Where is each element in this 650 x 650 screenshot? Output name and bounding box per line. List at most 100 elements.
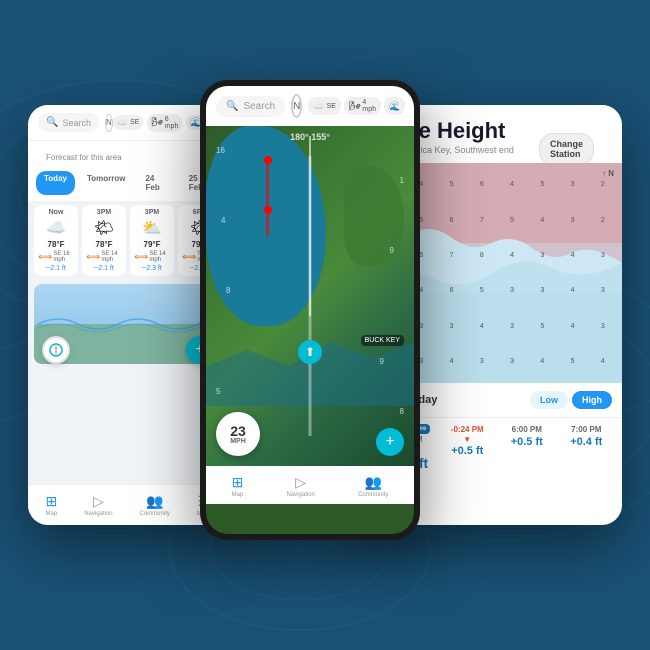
tide-n22: 3 <box>527 238 557 273</box>
tide-n21: 4 <box>497 238 527 273</box>
screens-container: 🔍 Search N ☁️ SE 🌬 6 mph 🌊 Tides <box>0 0 650 650</box>
nav-map-label: Map <box>46 511 58 517</box>
tide-time-2: -0:24 PM <box>451 425 484 434</box>
tide-n15: 3 <box>558 203 588 238</box>
compass-map[interactable]: N <box>291 94 302 118</box>
tide-n11: 6 <box>437 203 467 238</box>
community-label-mid: Community <box>358 492 388 498</box>
wave-now: ~2.1 ft <box>46 265 66 272</box>
map-wind-icon: 🌬 <box>349 101 360 112</box>
temp-now: 78°F <box>48 240 65 249</box>
low-button[interactable]: Low <box>530 391 568 409</box>
speed-display: 23 MPH <box>216 412 260 456</box>
compass-small[interactable]: N <box>105 114 113 132</box>
wave-3pm1: ~2.1 ft <box>94 265 114 272</box>
compass-button[interactable] <box>42 336 70 364</box>
weather-cell-3pm2: 3PM ⛅ 79°F ⟺ SE 14 mph ~2.3 ft <box>130 205 174 276</box>
map-wind-text: 4 mph <box>362 99 376 113</box>
temp-3pm1: 78°F <box>96 240 113 249</box>
tide-n46: 4 <box>527 344 557 379</box>
wind-badge: 🌬 6 mph <box>147 114 182 132</box>
forecast-label: Forecast for this area <box>36 147 132 164</box>
tide-n12: 7 <box>467 203 497 238</box>
nav-community-left[interactable]: 👥 Community <box>140 493 170 517</box>
tide-n16: 2 <box>588 203 618 238</box>
map-cloud-icon: ☁️ <box>313 101 324 112</box>
weather-search-bar[interactable]: 🔍 Search <box>38 113 99 132</box>
temp-3pm2: 79°F <box>144 240 161 249</box>
tide-n44: 3 <box>467 344 497 379</box>
map-screen: 🔍 Search N ☁️ SE 🌬 4 mph 🌊 <box>200 80 420 540</box>
nav-icon-mid: ▷ <box>295 474 306 491</box>
tide-n14: 4 <box>527 203 557 238</box>
tide-cell-2: -0:24 PM ▼ +0.5 ft <box>440 424 496 471</box>
nav-map-left[interactable]: ⊞ Map <box>45 493 57 517</box>
high-button[interactable]: High <box>572 391 612 409</box>
plus-button-map[interactable]: + <box>376 428 404 456</box>
map-search-bar[interactable]: 🔍 Search <box>216 96 285 117</box>
nav-nav-mid[interactable]: ▷ Navigation <box>287 474 315 498</box>
wind-arrow-3pm1: ⟺ <box>86 252 100 263</box>
wind-speed-now: SE 16 mph <box>53 251 74 263</box>
grid-num-2: 1 <box>400 176 404 185</box>
nav-community-mid[interactable]: 👥 Community <box>358 474 388 498</box>
wind-now: ⟺ SE 16 mph <box>38 251 74 263</box>
tide-arrow-2: ▼ <box>463 435 471 444</box>
waypoint-2 <box>264 206 272 214</box>
nav-map-mid[interactable]: ⊞ Map <box>232 474 244 498</box>
nav-nav-label: Navigation <box>84 511 112 517</box>
nav-label-mid: Navigation <box>287 492 315 498</box>
tab-tomorrow[interactable]: Tomorrow <box>79 171 134 195</box>
tide-n39: 4 <box>558 309 588 344</box>
tide-n28: 5 <box>467 273 497 308</box>
tab-24feb[interactable]: 24 Feb <box>137 171 176 195</box>
community-icon: 👥 <box>146 493 163 510</box>
tide-n30: 3 <box>527 273 557 308</box>
tide-n36: 4 <box>467 309 497 344</box>
boat-marker: ⬆ <box>298 340 322 364</box>
tide-height-4: +0.4 ft <box>570 436 602 448</box>
map-content[interactable]: 180° 155° 16 1 4 9 8 9 5 8 ⬆ <box>206 126 414 466</box>
wind-3pm2: ⟺ SE 14 mph <box>134 251 170 263</box>
map-weather-badges: ☁️ SE 🌬 4 mph 🌊 <box>308 97 405 115</box>
satellite-map: 180° 155° 16 1 4 9 8 9 5 8 ⬆ <box>206 126 414 466</box>
tide-n40: 3 <box>588 309 618 344</box>
day-tabs: Today Tomorrow 24 Feb 25 Feb <box>28 167 228 201</box>
nav-navigation-left[interactable]: ▷ Navigation <box>84 493 112 517</box>
icon-cloud-3pm1: 🌤 <box>94 218 114 238</box>
grid-num-3: 4 <box>221 216 225 225</box>
grid-num-7: 5 <box>216 387 220 396</box>
speed-number: 23 <box>230 424 246 438</box>
map-search-icon: 🔍 <box>226 101 238 112</box>
tide-n7: 3 <box>558 167 588 202</box>
tide-n35: 3 <box>437 309 467 344</box>
tide-cell-3: 6:00 PM +0.5 ft <box>499 424 555 471</box>
tide-n20: 8 <box>467 238 497 273</box>
time-now: Now <box>49 209 64 216</box>
wind-speed-3pm1: SE 14 mph <box>101 251 122 263</box>
cloud-badge: ☁️ SE <box>113 115 144 130</box>
time-3pm2: 3PM <box>145 209 159 216</box>
map-nav-icon: ⊞ <box>45 493 57 510</box>
tide-n45: 3 <box>497 344 527 379</box>
wave-3pm2: ~2.3 ft <box>142 265 162 272</box>
search-icon: 🔍 <box>46 117 58 128</box>
weather-cell-3pm1: 3PM 🌤 78°F ⟺ SE 14 mph ~2.1 ft <box>82 205 126 276</box>
map-label-mid: Map <box>232 492 244 498</box>
grid-num-4: 9 <box>390 246 394 255</box>
weather-cell-now: Now ☁️ 78°F ⟺ SE 16 mph ~2.1 ft <box>34 205 78 276</box>
tide-n31: 4 <box>558 273 588 308</box>
speed-unit: MPH <box>230 438 246 445</box>
tab-today[interactable]: Today <box>36 171 75 195</box>
weather-search-text: Search <box>62 118 91 128</box>
tide-time-4: 7:00 PM <box>571 425 601 434</box>
map-tide-icon: 🌊 <box>389 101 400 112</box>
change-station-button[interactable]: Change Station <box>539 133 594 165</box>
tide-n43: 4 <box>437 344 467 379</box>
tide-n37: 3 <box>497 309 527 344</box>
map-search-text: Search <box>243 101 275 112</box>
map-header: 🔍 Search N ☁️ SE 🌬 4 mph 🌊 <box>206 86 414 126</box>
tide-compass: ↑ N <box>602 169 614 178</box>
nav-nav-icon: ▷ <box>93 493 104 510</box>
map-wind-badge: 🌬 4 mph <box>344 97 381 115</box>
